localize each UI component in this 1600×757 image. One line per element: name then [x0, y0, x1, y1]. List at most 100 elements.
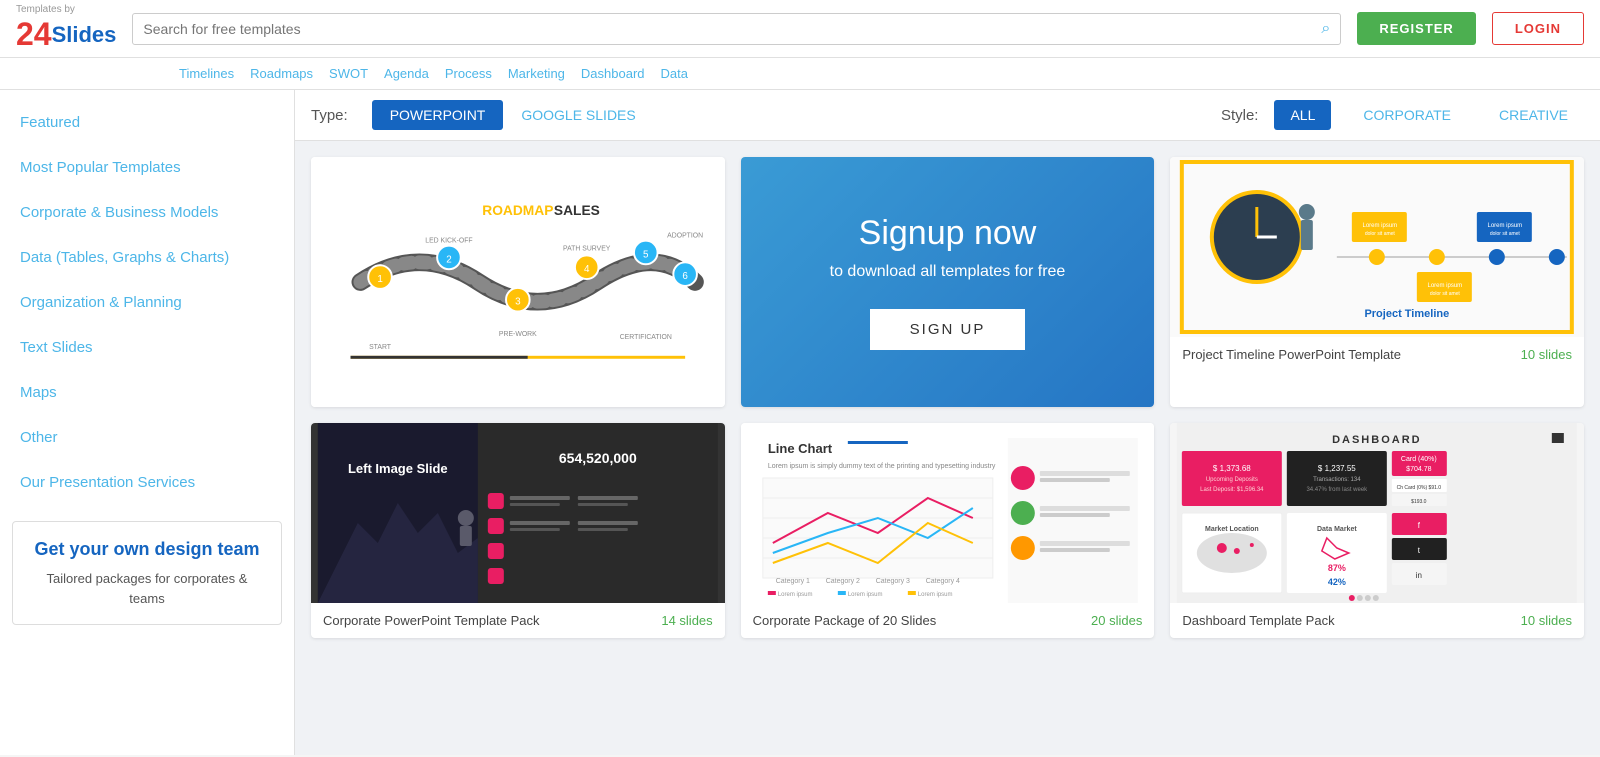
card-image-corporate: Left Image Slide 654,520,000 [311, 423, 725, 603]
tag-roadmaps[interactable]: Roadmaps [246, 64, 317, 83]
style-corporate-button[interactable]: CORPORATE [1347, 100, 1467, 130]
svg-text:Lorem ipsum: Lorem ipsum [1488, 223, 1523, 229]
card-slides-linechart: 20 slides [1091, 613, 1142, 628]
search-bar[interactable]: ⌕ [132, 13, 1341, 45]
svg-text:34.47% from last week: 34.47% from last week [1307, 487, 1369, 493]
tag-timelines[interactable]: Timelines [175, 64, 238, 83]
svg-text:PATH SURVEY: PATH SURVEY [563, 246, 611, 253]
topbar: Templates by 24 Slides ⌕ REGISTER LOGIN [0, 0, 1600, 58]
promo-subtitle: Tailored packages for corporates & teams [29, 569, 265, 608]
sidebar-item-most-popular[interactable]: Most Popular Templates [0, 145, 294, 190]
svg-text:Last Deposit: $1,596.34: Last Deposit: $1,596.34 [1200, 487, 1264, 493]
signup-button[interactable]: SIGN UP [870, 309, 1026, 350]
sidebar-item-corporate-business[interactable]: Corporate & Business Models [0, 190, 294, 235]
svg-text:6: 6 [682, 271, 688, 282]
tag-process[interactable]: Process [441, 64, 496, 83]
svg-text:$193.0: $193.0 [1412, 499, 1428, 505]
logo-text: Slides [52, 22, 117, 48]
logo-main: 24 Slides [16, 16, 116, 53]
svg-text:Lorem ipsum: Lorem ipsum [1428, 283, 1463, 289]
svg-text:dolor sit amet: dolor sit amet [1430, 291, 1461, 297]
svg-text:Data Market: Data Market [1317, 526, 1357, 533]
svg-text:ADOPTION: ADOPTION [667, 233, 703, 240]
svg-text:ROADMAP: ROADMAP [482, 203, 553, 218]
template-grid: ROADMAP SALES 1 2 3 4 [295, 141, 1600, 654]
svg-text:Project Timeline: Project Timeline [1365, 308, 1450, 320]
sidebar-item-featured[interactable]: Featured [0, 100, 294, 145]
svg-text:Upcoming Deposits: Upcoming Deposits [1206, 477, 1258, 483]
style-filter: Style: ALL CORPORATE CREATIVE [1221, 100, 1584, 130]
svg-text:Lorem ipsum: Lorem ipsum [777, 592, 812, 598]
svg-text:Card (40%): Card (40%) [1401, 456, 1437, 463]
card-image-timeline: Lorem ipsum dolor sit amet Lorem ipsum d… [1170, 157, 1584, 337]
tag-marketing[interactable]: Marketing [504, 64, 569, 83]
svg-text:5: 5 [643, 249, 649, 260]
sidebar-item-org-planning[interactable]: Organization & Planning [0, 280, 294, 325]
card-title-timeline: Project Timeline PowerPoint Template [1182, 347, 1401, 362]
content-area: Type: POWERPOINT GOOGLE SLIDES Style: AL… [295, 90, 1600, 755]
template-card-signup[interactable]: Signup now to download all templates for… [741, 157, 1155, 407]
card-slides-corporate: 14 slides [661, 613, 712, 628]
svg-text:Category 3: Category 3 [875, 578, 909, 585]
tag-swot[interactable]: SWOT [325, 64, 372, 83]
card-slides-timeline: 10 slides [1521, 347, 1572, 362]
svg-text:LED KICK-OFF: LED KICK-OFF [425, 238, 472, 245]
svg-text:Line Chart: Line Chart [767, 441, 832, 456]
sidebar-item-maps[interactable]: Maps [0, 370, 294, 415]
card-image-signup: Signup now to download all templates for… [741, 157, 1155, 407]
type-googleslides-button[interactable]: GOOGLE SLIDES [503, 100, 653, 130]
sidebar-item-other[interactable]: Other [0, 415, 294, 460]
svg-text:Category 4: Category 4 [925, 578, 959, 585]
style-creative-button[interactable]: CREATIVE [1483, 100, 1584, 130]
template-card-linechart[interactable]: Line Chart Lorem ipsum is simply dummy t… [741, 423, 1155, 638]
search-input[interactable] [143, 21, 1321, 37]
svg-text:87%: 87% [1328, 563, 1346, 573]
svg-text:dolor sit amet: dolor sit amet [1365, 231, 1396, 237]
template-card-timeline[interactable]: Lorem ipsum dolor sit amet Lorem ipsum d… [1170, 157, 1584, 407]
type-powerpoint-button[interactable]: POWERPOINT [372, 100, 504, 130]
card-footer-corporate: Corporate PowerPoint Template Pack 14 sl… [311, 603, 725, 638]
tagbar: Timelines Roadmaps SWOT Agenda Process M… [0, 58, 1600, 90]
register-button[interactable]: REGISTER [1357, 12, 1475, 45]
svg-text:START: START [369, 344, 392, 351]
card-title-dashboard: Dashboard Template Pack [1182, 613, 1334, 628]
svg-text:$ 1,373.68: $ 1,373.68 [1213, 464, 1251, 473]
svg-text:654,520,000: 654,520,000 [559, 450, 637, 466]
sidebar: Featured Most Popular Templates Corporat… [0, 90, 295, 755]
login-button[interactable]: LOGIN [1492, 12, 1584, 45]
sidebar-promo: Get your own design team Tailored packag… [12, 521, 282, 625]
signup-title: Signup now [859, 214, 1037, 253]
svg-text:DASHBOARD: DASHBOARD [1332, 434, 1422, 446]
svg-text:CERTIFICATION: CERTIFICATION [620, 334, 672, 341]
card-image-dashboard: DASHBOARD $ 1,373.68 Upcoming Deposits L… [1170, 423, 1584, 603]
main-layout: Featured Most Popular Templates Corporat… [0, 90, 1600, 755]
tag-data[interactable]: Data [657, 64, 692, 83]
card-footer-dashboard: Dashboard Template Pack 10 slides [1170, 603, 1584, 638]
sidebar-item-text-slides[interactable]: Text Slides [0, 325, 294, 370]
card-slides-dashboard: 10 slides [1521, 613, 1572, 628]
svg-text:Left Image Slide: Left Image Slide [348, 461, 448, 476]
filter-bar: Type: POWERPOINT GOOGLE SLIDES Style: AL… [295, 90, 1600, 141]
tag-agenda[interactable]: Agenda [380, 64, 433, 83]
sidebar-item-services[interactable]: Our Presentation Services [0, 460, 294, 505]
svg-text:$704.78: $704.78 [1407, 466, 1432, 473]
template-card-roadmap[interactable]: ROADMAP SALES 1 2 3 4 [311, 157, 725, 407]
card-image-roadmap: ROADMAP SALES 1 2 3 4 [311, 157, 725, 407]
search-icon[interactable]: ⌕ [1321, 20, 1330, 38]
svg-text:Lorem ipsum is simply dummy te: Lorem ipsum is simply dummy text of the … [767, 463, 995, 470]
svg-text:Market Location: Market Location [1205, 526, 1259, 533]
svg-text:SALES: SALES [554, 203, 600, 218]
sidebar-item-data-tables[interactable]: Data (Tables, Graphs & Charts) [0, 235, 294, 280]
style-all-button[interactable]: ALL [1274, 100, 1331, 130]
svg-text:Ch Card (0%) $91.0: Ch Card (0%) $91.0 [1397, 485, 1442, 491]
svg-text:42%: 42% [1328, 577, 1346, 587]
svg-text:PRE-WORK: PRE-WORK [499, 331, 537, 338]
svg-text:1: 1 [377, 274, 382, 285]
svg-text:Category 2: Category 2 [825, 578, 859, 585]
template-card-corporate[interactable]: Left Image Slide 654,520,000 [311, 423, 725, 638]
card-image-linechart: Line Chart Lorem ipsum is simply dummy t… [741, 423, 1155, 603]
card-title-linechart: Corporate Package of 20 Slides [753, 613, 937, 628]
template-card-dashboard[interactable]: DASHBOARD $ 1,373.68 Upcoming Deposits L… [1170, 423, 1584, 638]
tag-dashboard[interactable]: Dashboard [577, 64, 649, 83]
svg-text:4: 4 [584, 264, 590, 275]
